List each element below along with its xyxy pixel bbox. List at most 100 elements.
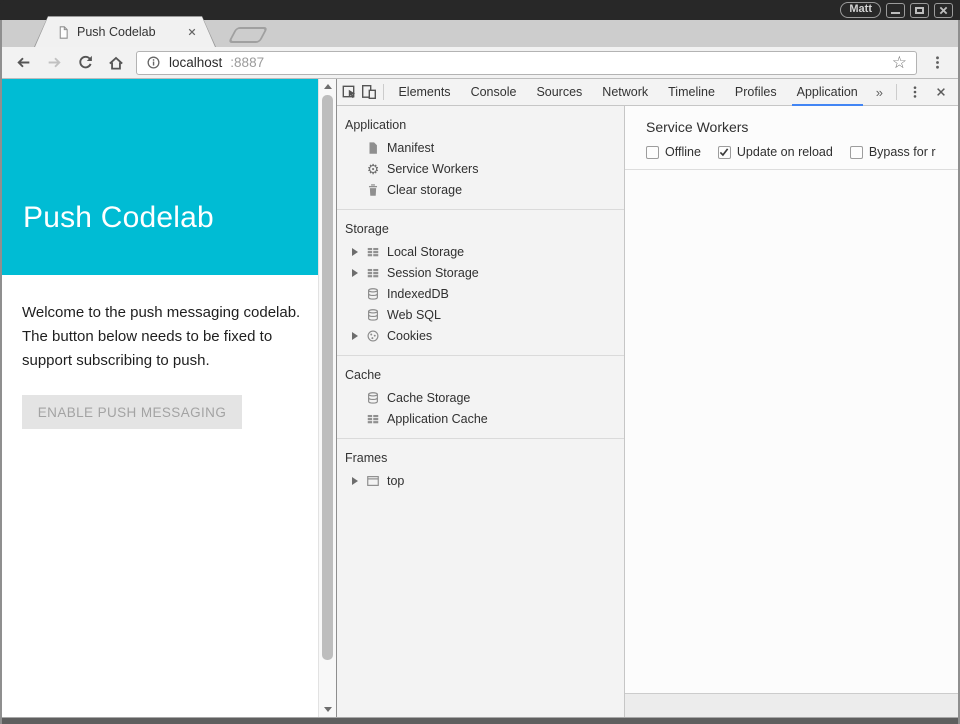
web-page: Push Codelab Welcome to the push messagi…	[2, 79, 318, 717]
checkbox-icon[interactable]	[850, 146, 863, 159]
device-toolbar-button[interactable]	[359, 79, 377, 105]
arrow-slot	[352, 248, 365, 256]
panel-empty-area	[625, 170, 958, 693]
menu-dots-icon	[908, 84, 922, 100]
table-icon	[365, 411, 381, 427]
tab-application-label: Application	[797, 85, 858, 99]
menu-dots-icon	[930, 54, 945, 71]
tab-application[interactable]: Application	[787, 79, 868, 106]
home-icon	[107, 54, 125, 72]
section-title: Cache	[337, 361, 624, 387]
sidebar-item-web-sql[interactable]: Web SQL	[337, 304, 624, 325]
service-workers-panel: Service Workers Offline	[625, 106, 958, 717]
file-icon	[365, 140, 381, 156]
application-sidebar: Application Manifest ⚙	[337, 106, 625, 717]
info-icon[interactable]	[146, 55, 161, 70]
scroll-up-icon	[324, 84, 332, 89]
sidebar-item-label: Session Storage	[387, 266, 479, 280]
disclosure-triangle-icon[interactable]	[352, 269, 358, 277]
reload-button[interactable]	[74, 52, 96, 74]
user-badge: Matt	[840, 2, 881, 18]
devtools-menu-button[interactable]	[902, 79, 928, 105]
panel-bottom-strip	[625, 693, 958, 717]
tab-close-icon[interactable]	[187, 27, 197, 37]
new-tab-button[interactable]	[228, 27, 269, 43]
sidebar-section-cache: Cache Cache Storage	[337, 356, 624, 439]
sidebar-item-application-cache[interactable]: Application Cache	[337, 408, 624, 429]
devtools-close-button[interactable]	[928, 79, 954, 105]
devtools-body: Application Manifest ⚙	[337, 106, 958, 717]
disclosure-triangle-icon[interactable]	[352, 248, 358, 256]
sidebar-section-application: Application Manifest ⚙	[337, 106, 624, 210]
sidebar-item-cache-storage[interactable]: Cache Storage	[337, 387, 624, 408]
browser-tab[interactable]: Push Codelab	[34, 16, 216, 47]
maximize-icon	[915, 7, 924, 14]
back-button[interactable]	[12, 52, 34, 74]
tab-elements[interactable]: Elements	[388, 79, 460, 106]
section-title: Frames	[337, 444, 624, 470]
table-icon	[365, 244, 381, 260]
section-title: Application	[337, 111, 624, 137]
enable-push-button[interactable]: ENABLE PUSH MESSAGING	[22, 395, 242, 429]
device-icon	[361, 84, 377, 100]
sidebar-item-manifest[interactable]: Manifest	[337, 137, 624, 158]
browser-frame: Push Codelab	[0, 20, 960, 724]
sidebar-item-indexeddb[interactable]: IndexedDB	[337, 283, 624, 304]
scroll-down-button[interactable]	[319, 702, 336, 717]
checkbox-icon[interactable]	[718, 146, 731, 159]
checkbox-label: Bypass for r	[869, 145, 936, 159]
update-on-reload-checkbox[interactable]: Update on reload	[718, 145, 833, 159]
scrollbar-thumb[interactable]	[322, 95, 333, 660]
sidebar-item-label: Web SQL	[387, 308, 441, 322]
sidebar-item-label: Local Storage	[387, 245, 464, 259]
sidebar-item-clear-storage[interactable]: Clear storage	[337, 179, 624, 200]
table-icon	[365, 265, 381, 281]
url-port: :8887	[230, 55, 264, 70]
sidebar-item-local-storage[interactable]: Local Storage	[337, 241, 624, 262]
sidebar-item-service-workers[interactable]: ⚙ Service Workers	[337, 158, 624, 179]
offline-checkbox[interactable]: Offline	[646, 145, 701, 159]
inspect-element-button[interactable]	[341, 79, 359, 105]
active-tab-underline	[792, 104, 863, 106]
minimize-button[interactable]	[886, 3, 905, 18]
panel-title: Service Workers	[625, 106, 958, 145]
maximize-button[interactable]	[910, 3, 929, 18]
checkbox-icon[interactable]	[646, 146, 659, 159]
database-icon	[365, 307, 381, 323]
page-body: Welcome to the push messaging codelab. T…	[2, 275, 318, 429]
tab-sources[interactable]: Sources	[526, 79, 592, 106]
page-title: Push Codelab	[23, 201, 318, 235]
close-window-button[interactable]	[934, 3, 953, 18]
frame-icon	[365, 473, 381, 489]
browser-menu-button[interactable]	[926, 52, 948, 74]
tab-console[interactable]: Console	[461, 79, 527, 106]
tab-profiles[interactable]: Profiles	[725, 79, 787, 106]
database-icon	[365, 286, 381, 302]
disclosure-triangle-icon[interactable]	[352, 477, 358, 485]
close-icon	[939, 6, 948, 15]
reload-icon	[77, 54, 94, 71]
tab-network[interactable]: Network	[592, 79, 658, 106]
sidebar-item-label: top	[387, 474, 404, 488]
page-hero: Push Codelab	[2, 79, 318, 275]
bypass-checkbox[interactable]: Bypass for r	[850, 145, 936, 159]
sidebar-item-cookies[interactable]: Cookies	[337, 325, 624, 346]
sidebar-item-top-frame[interactable]: top	[337, 470, 624, 491]
scrollbar-track[interactable]	[319, 94, 336, 702]
sidebar-item-label: Manifest	[387, 141, 434, 155]
sidebar-item-session-storage[interactable]: Session Storage	[337, 262, 624, 283]
arrow-slot	[352, 477, 365, 485]
tab-timeline[interactable]: Timeline	[658, 79, 725, 106]
sidebar-item-label: Application Cache	[387, 412, 488, 426]
bookmark-star-icon[interactable]: ☆	[892, 55, 907, 71]
scroll-up-button[interactable]	[319, 79, 336, 94]
toolbar-separator	[383, 84, 384, 100]
checkbox-label: Offline	[665, 145, 701, 159]
address-bar[interactable]: localhost:8887 ☆	[136, 51, 917, 75]
home-button[interactable]	[105, 52, 127, 74]
welcome-text: Welcome to the push messaging codelab. T…	[22, 301, 306, 373]
forward-button[interactable]	[43, 52, 65, 74]
more-tabs-icon[interactable]: »	[868, 85, 891, 100]
page-scrollbar[interactable]	[318, 79, 336, 717]
disclosure-triangle-icon[interactable]	[352, 332, 358, 340]
